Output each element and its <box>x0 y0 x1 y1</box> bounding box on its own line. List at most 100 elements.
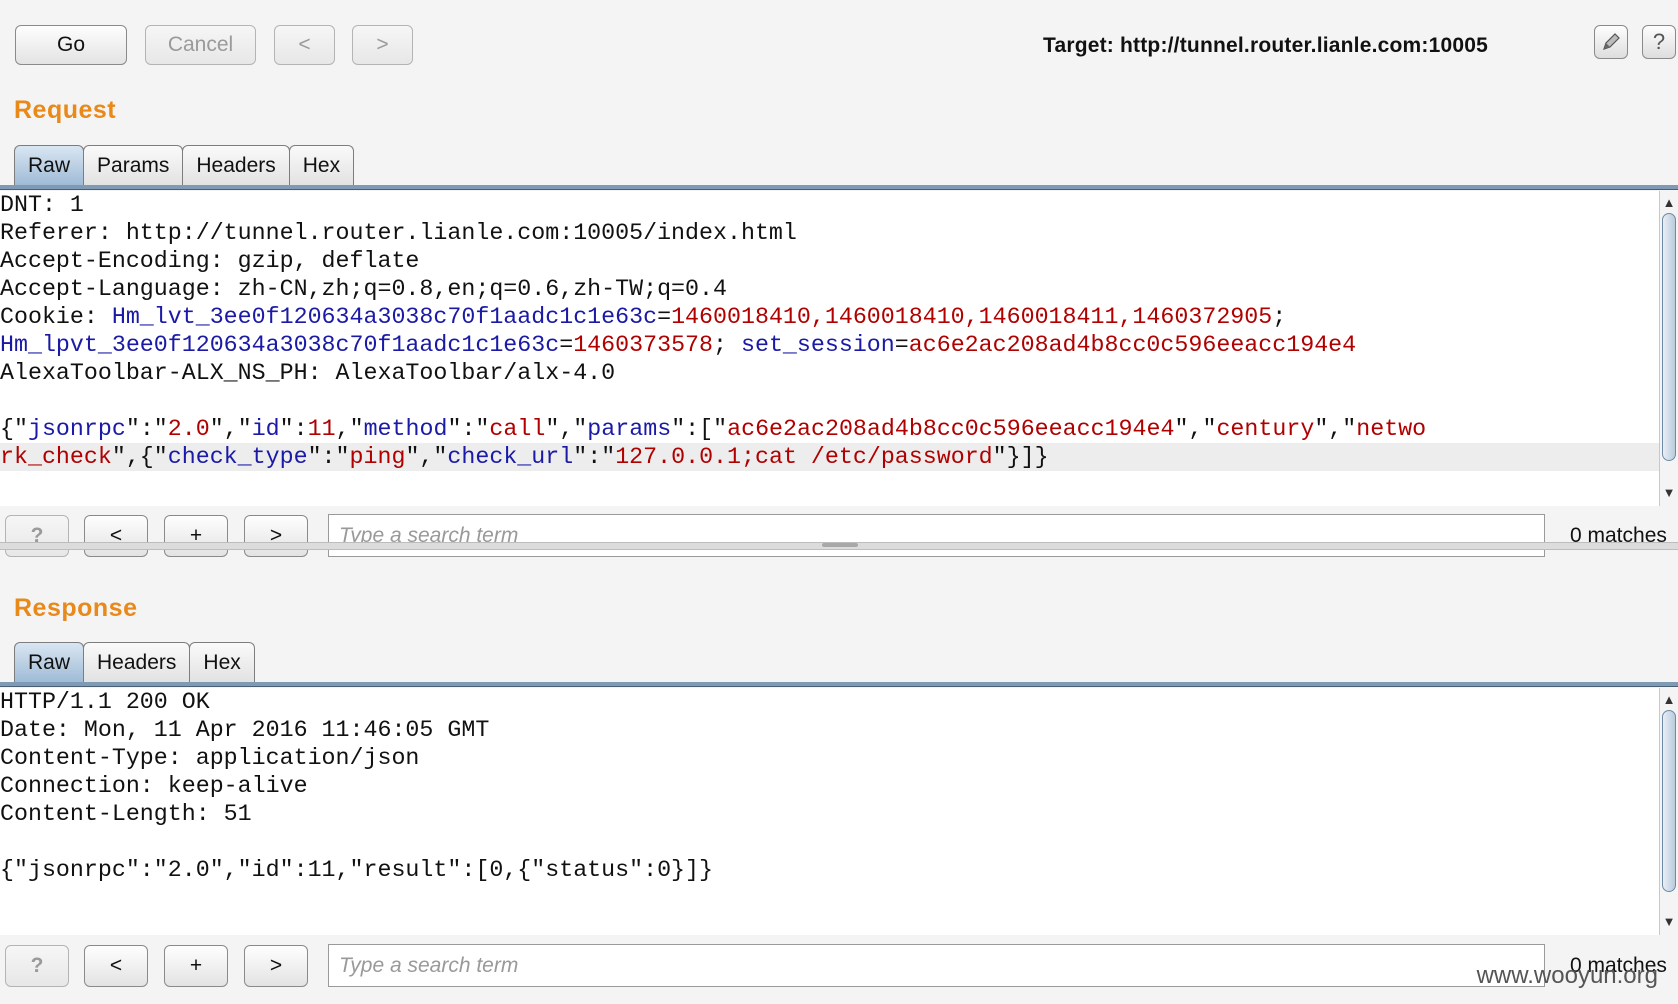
request-line[interactable]: Accept-Encoding: gzip, deflate <box>0 247 1660 275</box>
request-line[interactable]: rk_check",{"check_type":"ping","check_ur… <box>0 443 1660 471</box>
request-search-input[interactable]: Type a search term <box>328 514 1545 557</box>
response-line[interactable]: Connection: keep-alive <box>0 772 1660 800</box>
request-token: check_url <box>447 444 574 470</box>
response-line[interactable]: Content-Type: application/json <box>0 744 1660 772</box>
request-token: 11 <box>307 416 336 442</box>
split-grip[interactable] <box>822 543 858 547</box>
cancel-button[interactable]: Cancel <box>145 25 256 65</box>
request-token: ":" <box>447 416 490 442</box>
request-line[interactable]: Accept-Language: zh-CN,zh;q=0.8,en;q=0.6… <box>0 275 1660 303</box>
request-line[interactable] <box>0 387 1660 415</box>
scroll-thumb[interactable] <box>1662 213 1676 461</box>
scroll-down-icon[interactable]: ▼ <box>1660 483 1678 501</box>
request-token: DNT: 1 <box>0 192 84 218</box>
request-token: "," <box>1174 416 1217 442</box>
forward-button[interactable]: > <box>352 25 413 65</box>
request-token: ":" <box>125 416 168 442</box>
request-search-next-button[interactable]: > <box>244 515 308 557</box>
request-tab-params[interactable]: Params <box>83 145 184 185</box>
request-token: ac6e2ac208ad4b8cc0c596eeacc194e4 <box>908 332 1357 358</box>
scroll-up-icon[interactable]: ▲ <box>1660 193 1678 211</box>
request-token: Accept-Encoding: gzip, deflate <box>0 248 420 274</box>
response-line[interactable]: HTTP/1.1 200 OK <box>0 688 1660 716</box>
request-token: ac6e2ac208ad4b8cc0c596eeacc194e4 <box>727 416 1175 442</box>
request-token: ":" <box>307 444 350 470</box>
request-token: rk_check <box>0 444 112 470</box>
request-line[interactable]: Cookie: Hm_lvt_3ee0f120634a3038c70f1aadc… <box>0 303 1660 331</box>
response-scrollbar[interactable]: ▲ ▼ <box>1659 688 1678 935</box>
response-editor[interactable]: HTTP/1.1 200 OK Date: Mon, 11 Apr 2016 11… <box>0 688 1660 935</box>
target-label[interactable]: Target: http://tunnel.router.lianle.com:… <box>1043 34 1488 58</box>
request-line[interactable]: {"jsonrpc":"2.0","id":11,"method":"call"… <box>0 415 1660 443</box>
request-token: "}]} <box>992 444 1049 470</box>
request-token: 1460018410,1460018410,1460018411,1460372… <box>671 304 1273 330</box>
request-token: ",{" <box>111 444 168 470</box>
request-tab-headers[interactable]: Headers <box>182 145 290 185</box>
response-raw-text[interactable]: HTTP/1.1 200 OK Date: Mon, 11 Apr 2016 11… <box>0 688 1660 884</box>
response-line[interactable]: {"jsonrpc":"2.0","id":11,"result":[0,{"s… <box>0 856 1660 884</box>
request-title: Request <box>14 96 117 124</box>
request-token: netwo <box>1356 416 1427 442</box>
request-token: 127.0.0.1;cat /etc/password <box>615 444 993 470</box>
pencil-icon[interactable] <box>1594 25 1628 59</box>
request-tabs: Raw Params Headers Hex <box>14 145 355 185</box>
response-token: Date: Mon, 11 Apr 2016 11:46:05 GMT <box>0 717 490 743</box>
request-tab-hex[interactable]: Hex <box>288 145 355 185</box>
response-search-next-button[interactable]: > <box>244 945 308 987</box>
request-token: check_type <box>167 444 308 470</box>
response-tab-raw[interactable]: Raw <box>14 642 85 682</box>
request-token: ": <box>279 416 308 442</box>
request-search-help-button[interactable]: ? <box>5 515 69 557</box>
request-token: = <box>657 304 672 330</box>
help-question-icon[interactable]: ? <box>1642 25 1676 59</box>
go-button[interactable]: Go <box>15 25 127 65</box>
request-search-prev-button[interactable]: < <box>84 515 148 557</box>
scroll-down-icon[interactable]: ▼ <box>1660 912 1678 930</box>
request-token: AlexaToolbar-ALX_NS_PH: AlexaToolbar/alx… <box>0 360 616 386</box>
response-tab-hex[interactable]: Hex <box>189 642 255 682</box>
request-token: method <box>363 416 448 442</box>
request-line[interactable]: Hm_lpvt_3ee0f120634a3038c70f1aadc1c1e63c… <box>0 331 1660 359</box>
request-token: {" <box>0 416 28 442</box>
request-token: id <box>251 416 280 442</box>
response-search-prev-button[interactable]: < <box>84 945 148 987</box>
response-tab-headers[interactable]: Headers <box>83 642 191 682</box>
response-line[interactable]: Content-Length: 51 <box>0 800 1660 828</box>
request-token: ; <box>713 332 741 358</box>
request-token: Cookie: <box>0 304 112 330</box>
response-line[interactable] <box>0 828 1660 856</box>
request-line[interactable]: AlexaToolbar-ALX_NS_PH: AlexaToolbar/alx… <box>0 359 1660 387</box>
response-search-input[interactable]: Type a search term <box>328 944 1545 987</box>
response-token: HTTP/1.1 200 OK <box>0 689 210 715</box>
request-token: ," <box>335 416 364 442</box>
request-token: "," <box>1314 416 1357 442</box>
request-tab-underline <box>0 185 1678 190</box>
request-scrollbar[interactable]: ▲ ▼ <box>1659 191 1678 506</box>
watermark: www.wooyun.org <box>1476 962 1658 989</box>
response-tab-underline <box>0 682 1678 687</box>
request-token: Accept-Language: zh-CN,zh;q=0.8,en;q=0.6… <box>0 276 727 302</box>
scroll-thumb[interactable] <box>1662 710 1676 892</box>
request-raw-text[interactable]: DNT: 1 Referer: http://tunnel.router.lian… <box>0 191 1660 471</box>
back-button[interactable]: < <box>274 25 335 65</box>
response-search-add-button[interactable]: + <box>164 945 228 987</box>
request-line[interactable]: DNT: 1 <box>0 191 1660 219</box>
request-token: ping <box>349 444 406 470</box>
scroll-up-icon[interactable]: ▲ <box>1660 690 1678 708</box>
response-token: Content-Type: application/json <box>0 745 420 771</box>
request-token: ; <box>1272 304 1287 330</box>
response-token: Content-Length: 51 <box>0 801 252 827</box>
request-token: ":[" <box>671 416 728 442</box>
request-token: Referer: http://tunnel.router.lianle.com… <box>0 220 797 246</box>
request-tab-raw[interactable]: Raw <box>14 145 85 185</box>
response-line[interactable]: Date: Mon, 11 Apr 2016 11:46:05 GMT <box>0 716 1660 744</box>
request-token: set_session <box>740 332 895 358</box>
request-token: "," <box>209 416 252 442</box>
request-line[interactable]: Referer: http://tunnel.router.lianle.com… <box>0 219 1660 247</box>
request-token: call <box>489 416 546 442</box>
request-token: ":" <box>573 444 616 470</box>
request-search-add-button[interactable]: + <box>164 515 228 557</box>
response-search-help-button[interactable]: ? <box>5 945 69 987</box>
request-editor[interactable]: DNT: 1 Referer: http://tunnel.router.lian… <box>0 191 1660 506</box>
request-token: = <box>559 332 574 358</box>
